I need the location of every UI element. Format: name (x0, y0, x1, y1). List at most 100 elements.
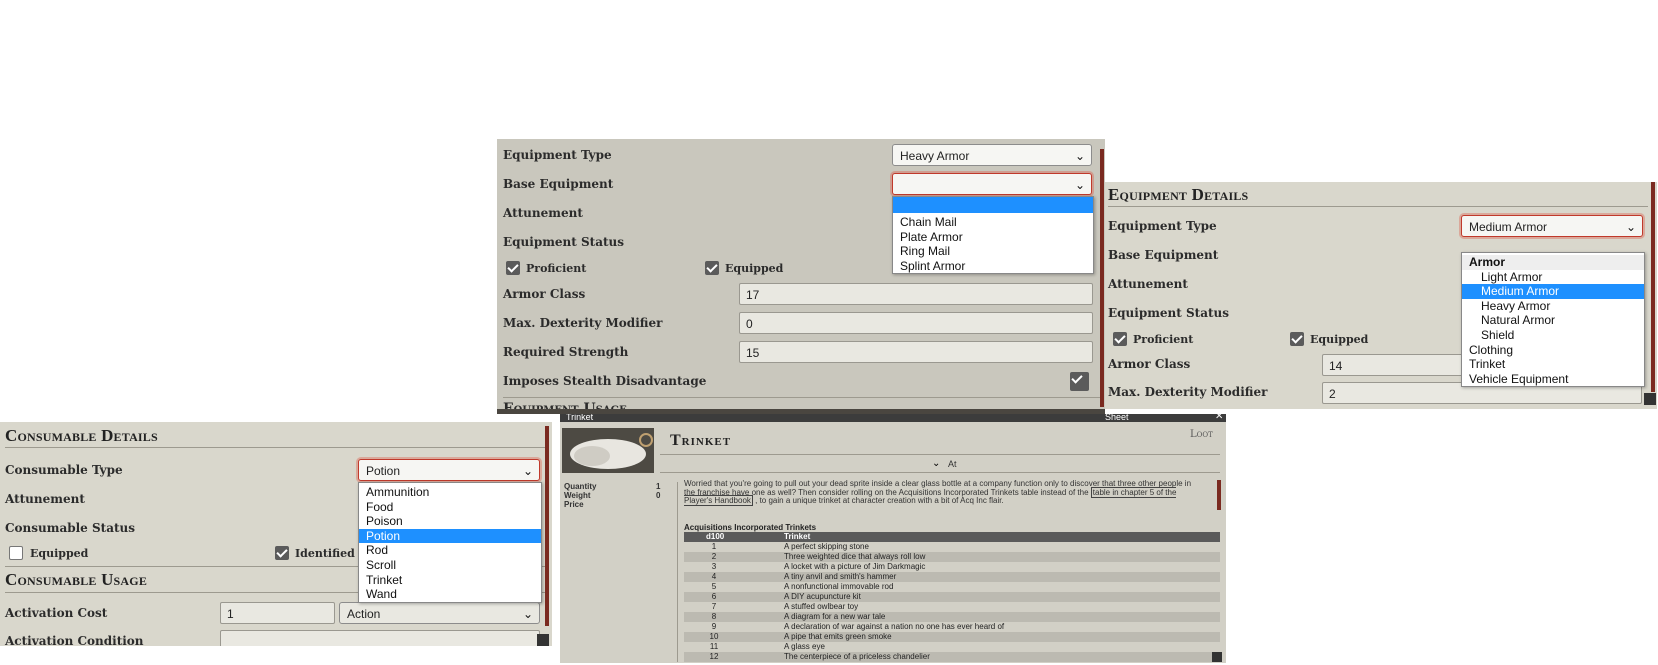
table-header-trinket: Trinket (784, 532, 811, 541)
table-cell-roll: 3 (711, 562, 717, 571)
table-cell-roll: 9 (711, 622, 717, 631)
table-cell-roll: 2 (711, 552, 717, 561)
equipment-type-label: Equipment Type (503, 148, 612, 162)
max-dex-label: Max. Dexterity Modifier (503, 316, 663, 330)
table-row: 4 A tiny anvil and smith's hammer (684, 572, 1220, 582)
consumable-type-option[interactable]: Wand (359, 587, 541, 602)
scrollbar[interactable] (1100, 149, 1104, 407)
equipped-checkbox[interactable] (1290, 332, 1304, 346)
table-header-d100: d100 (706, 532, 725, 541)
equipment-type-option[interactable]: Medium Armor (1462, 284, 1644, 299)
equipment-type-option[interactable]: Shield (1462, 328, 1644, 343)
base-equipment-option[interactable]: Plate Armor (893, 230, 1093, 245)
activation-type-select[interactable]: Action ⌄ (339, 602, 540, 624)
base-equipment-select[interactable]: ⌄ (892, 173, 1092, 195)
scrollbar[interactable] (1217, 480, 1221, 510)
table-cell-trinket: The centerpiece of a priceless chandelie… (784, 652, 930, 661)
max-dex-input[interactable]: 0 (739, 312, 1093, 334)
chevron-down-icon: ⌄ (522, 464, 533, 478)
consumable-type-select[interactable]: Potion ⌄ (358, 459, 540, 481)
table-cell-roll: 5 (711, 582, 717, 591)
proficient-checkbox[interactable] (506, 261, 520, 275)
equipment-panel-right: Equipment Details Equipment Type Medium … (1105, 182, 1657, 409)
equipped-checkbox[interactable] (9, 546, 23, 560)
usage-heading-cut: Equipment Usage (503, 401, 627, 409)
consumable-type-option[interactable]: Potion (359, 528, 541, 544)
equipment-type-dropdown[interactable]: Armor Light Armor Medium Armor Heavy Arm… (1461, 252, 1645, 388)
table-cell-trinket: A nonfunctional immovable rod (784, 582, 894, 591)
activation-cost-input[interactable]: 1 (220, 602, 335, 624)
divider (5, 447, 545, 448)
consumable-details-heading: Consumable Details (5, 426, 158, 445)
prop-quantity: Quantity 1 (564, 482, 661, 491)
armor-class-label: Armor Class (503, 287, 586, 301)
table-cell-trinket: A perfect skipping stone (784, 542, 869, 551)
divider (660, 472, 1220, 473)
base-equipment-option[interactable]: Splint Armor (893, 259, 1093, 274)
required-strength-input[interactable]: 15 (739, 341, 1093, 363)
identified-checkbox[interactable] (275, 546, 289, 560)
loot-label: Loot (1190, 429, 1213, 440)
table-cell-trinket: A declaration of war against a nation no… (784, 622, 1005, 631)
equipment-type-option: Armor (1462, 255, 1644, 270)
table-cell-roll: 6 (711, 592, 717, 601)
table-cell-trinket: A diagram for a new war tale (784, 612, 886, 621)
identified-label: Identified (295, 547, 355, 560)
props-list: Quantity 1 Weight 0 Price (564, 482, 664, 509)
proficient-label: Proficient (526, 262, 587, 275)
table-cell-trinket: A pipe that emits green smoke (784, 632, 892, 641)
equipment-type-option[interactable]: Light Armor (1462, 270, 1644, 285)
equipment-type-select[interactable]: Medium Armor ⌄ (1461, 215, 1643, 237)
equipment-type-option[interactable]: Heavy Armor (1462, 299, 1644, 314)
consumable-type-option[interactable]: Scroll (359, 558, 541, 573)
consumable-type-option[interactable]: Food (359, 500, 541, 515)
equipment-type-option[interactable]: Trinket (1462, 357, 1644, 372)
table-row: 5 A nonfunctional immovable rod (684, 582, 1220, 592)
proficient-checkbox[interactable] (1113, 332, 1127, 346)
equipment-type-option[interactable]: Natural Armor (1462, 313, 1644, 328)
equipment-type-option[interactable]: Clothing (1462, 343, 1644, 358)
chevron-down-icon[interactable]: ⌄ (932, 458, 940, 469)
table-cell-roll: 12 (709, 652, 719, 661)
consumable-type-option[interactable]: Rod (359, 543, 541, 558)
resize-handle-icon[interactable] (1644, 393, 1656, 405)
proficient-label: Proficient (1133, 333, 1194, 346)
equipment-type-select[interactable]: Heavy Armor ⌄ (892, 144, 1092, 166)
consumable-type-option[interactable]: Poison (359, 514, 541, 529)
consumable-type-dropdown[interactable]: Ammunition Food Poison Potion Rod Scroll… (358, 482, 542, 603)
base-equipment-dropdown[interactable]: Chain Mail Plate Armor Ring Mail Splint … (892, 196, 1094, 275)
consumable-type-option[interactable]: Ammunition (359, 485, 541, 500)
base-equipment-option[interactable]: Chain Mail (893, 215, 1093, 230)
close-icon[interactable]: ✕ (1215, 414, 1223, 422)
activation-condition-label: Activation Condition (5, 634, 144, 646)
scrollbar[interactable] (1651, 182, 1655, 392)
table-cell-trinket: A locket with a picture of Jim Darkmagic (784, 562, 926, 571)
consumable-type-option[interactable]: Trinket (359, 573, 541, 588)
armor-class-label: Armor Class (1108, 357, 1191, 371)
topbar-sheet-link[interactable]: Sheet (1105, 414, 1129, 422)
table-row: 8 A diagram for a new war tale (684, 612, 1220, 622)
item-image (562, 428, 654, 473)
equipped-checkbox[interactable] (705, 261, 719, 275)
topbar-title: Trinket (566, 414, 594, 422)
resize-handle-icon[interactable] (537, 634, 549, 646)
table-cell-trinket: A tiny anvil and smith's hammer (784, 572, 897, 581)
equipment-type-option[interactable]: Vehicle Equipment (1462, 372, 1644, 387)
stealth-checkbox[interactable] (1070, 372, 1089, 391)
table-row: 12 The centerpiece of a priceless chandel… (684, 652, 1220, 662)
activation-condition-input[interactable] (220, 630, 540, 646)
resize-handle-icon[interactable] (1212, 652, 1222, 662)
vertical-divider (677, 482, 678, 662)
table-row: 1 A perfect skipping stone (684, 542, 1220, 552)
table-cell-trinket: A stuffed owlbear toy (784, 602, 859, 611)
trinket-sheet-panel: Trinket Sheet ✕ Trinket Loot ⌄ At Quanti… (560, 414, 1226, 663)
table-row: 7 A stuffed owlbear toy (684, 602, 1220, 612)
base-equipment-option[interactable]: Ring Mail (893, 244, 1093, 259)
table-cell-roll: 4 (711, 572, 717, 581)
armor-class-input[interactable]: 17 (739, 283, 1093, 305)
scrollbar[interactable] (545, 426, 549, 626)
table-cell-roll: 11 (709, 642, 719, 651)
at-field: At (948, 459, 957, 469)
divider (1108, 206, 1648, 207)
base-equipment-option[interactable] (893, 197, 1093, 213)
